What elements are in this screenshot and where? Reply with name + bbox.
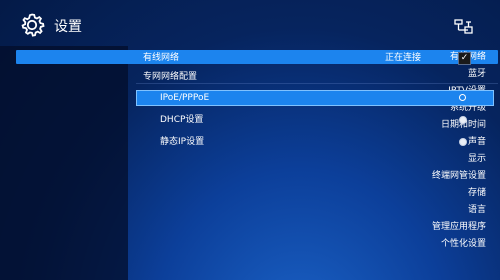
sidebar-item-bluetooth[interactable]: 蓝牙 (468, 69, 486, 80)
sidebar-item-wired-network[interactable]: 有线网络 (16, 50, 498, 64)
radio-icon (459, 116, 467, 124)
radio-icon (459, 138, 467, 146)
option-label: IPoE/PPPoE (160, 93, 210, 103)
sidebar-item-display[interactable]: 显示 (468, 154, 486, 165)
section-label: 专网网络配置 (143, 72, 198, 82)
network-icon (454, 19, 473, 34)
connection-status: 正在连接 (385, 53, 422, 63)
sidebar-item-language[interactable]: 语言 (468, 205, 486, 216)
wired-network-checkbox[interactable]: ✓ (458, 52, 471, 65)
option-static-ip[interactable]: 静态IP设置 (137, 135, 493, 149)
sidebar-item-storage[interactable]: 存储 (468, 188, 486, 199)
wired-network-label: 有线网络 (143, 53, 180, 63)
divider (136, 83, 498, 84)
sidebar (0, 46, 128, 280)
option-dhcp[interactable]: DHCP设置 (137, 113, 493, 127)
sidebar-item-network-management[interactable]: 终端网管设置 (432, 171, 486, 182)
option-label: 静态IP设置 (160, 137, 205, 147)
radio-icon (459, 94, 466, 101)
option-ipoe-pppoe[interactable]: IPoE/PPPoE (136, 90, 494, 106)
page-title: 设置 (54, 19, 82, 35)
sidebar-item-personalization[interactable]: 个性化设置 (441, 239, 486, 250)
gear-icon (21, 13, 45, 37)
option-label: DHCP设置 (160, 115, 204, 125)
sidebar-item-manage-apps[interactable]: 管理应用程序 (432, 222, 486, 233)
